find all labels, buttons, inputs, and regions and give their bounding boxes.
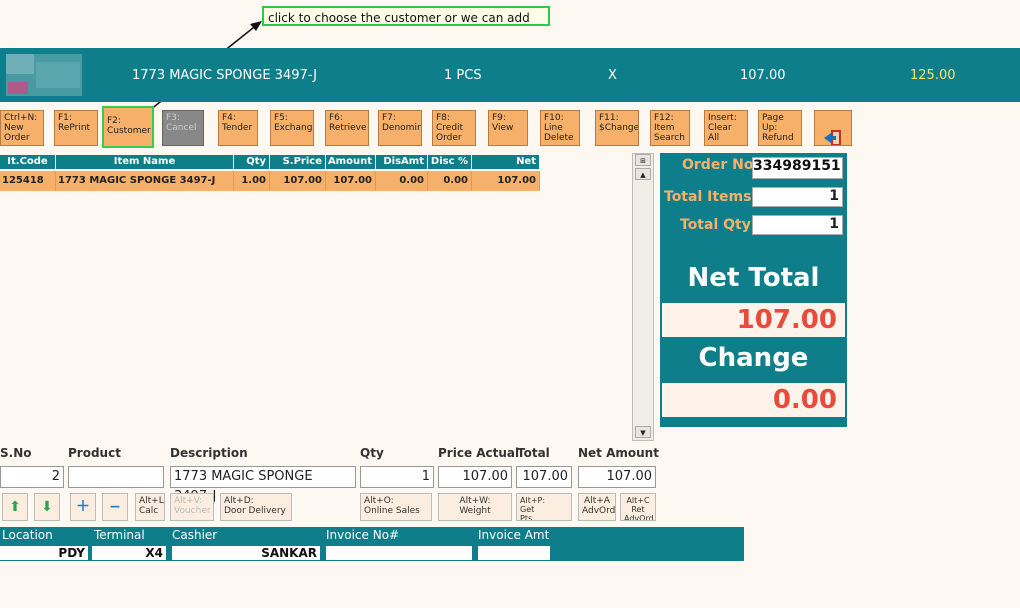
banner-qty: 1 PCS (444, 68, 482, 83)
total-items-value: 1 (752, 187, 843, 207)
banner-price: 107.00 (740, 68, 786, 83)
credit-order-button[interactable]: F8: Credit Order (432, 110, 476, 146)
line-delete-button[interactable]: F10: Line Delete (540, 110, 580, 146)
status-footer: Location PDY Terminal X4 Cashier SANKAR … (0, 527, 744, 561)
ret-adv-order-button[interactable]: Alt+C Ret AdvOrd (620, 493, 656, 521)
change-button[interactable]: F11: $Change (595, 110, 639, 146)
retrieve-button[interactable]: F6: Retrieve (325, 110, 369, 146)
add-button[interactable]: ＋ (70, 493, 96, 521)
col-itemname: Item Name (56, 155, 234, 169)
scroll-up-icon[interactable]: ▲ (635, 168, 651, 180)
qty-header: Qty (360, 446, 384, 460)
voucher-button[interactable]: Alt+V: Voucher (170, 493, 214, 521)
qty-field[interactable]: 1 (360, 466, 434, 488)
scroll-down-icon[interactable]: ▼ (635, 426, 651, 438)
location-value: PDY (0, 546, 88, 560)
invoice-no-value (326, 546, 472, 560)
col-sprice: S.Price (270, 155, 326, 169)
customer-button[interactable]: F2: Customer (102, 106, 154, 148)
order-no-label: Order No (682, 157, 754, 173)
col-itcode: It.Code (0, 155, 56, 169)
move-up-button[interactable]: ⬆ (2, 493, 28, 521)
sno-header: S.No (0, 446, 32, 460)
total-header: Total (517, 446, 550, 460)
table-row[interactable]: 125418 1773 MAGIC SPONGE 3497-J 1.00 107… (0, 171, 540, 191)
remove-button[interactable]: − (102, 493, 128, 521)
cashier-label: Cashier (172, 528, 218, 542)
total-items-label: Total Items (664, 189, 752, 205)
invoice-no-label: Invoice No# (326, 528, 400, 542)
cell-itcode: 125418 (0, 171, 56, 191)
calc-button[interactable]: Alt+L: Calc (135, 493, 165, 521)
arrow-down-icon: ⬇ (41, 499, 53, 515)
col-disamt: DisAmt (376, 155, 428, 169)
total-qty-label: Total Qty (680, 217, 751, 233)
plus-icon: ＋ (76, 499, 90, 515)
net-total-value: 107.00 (662, 303, 845, 337)
grid-header: It.Code Item Name Qty S.Price Amount Dis… (0, 155, 540, 181)
adv-order-button[interactable]: Alt+A AdvOrd (578, 493, 616, 521)
col-discpct: Disc % (428, 155, 472, 169)
cell-sprice: 107.00 (270, 171, 326, 191)
new-order-button[interactable]: Ctrl+N: New Order (0, 110, 44, 146)
sno-field[interactable]: 2 (0, 466, 64, 488)
net-total-label: Net Total (687, 263, 820, 293)
cell-discpct: 0.00 (428, 171, 472, 191)
cell-itemname: 1773 MAGIC SPONGE 3497-J (56, 171, 234, 191)
product-input[interactable] (68, 466, 164, 488)
tender-button[interactable]: F4: Tender (218, 110, 258, 146)
denomination-button[interactable]: F7: Denomination (378, 110, 422, 146)
price-actual-header: Price Actual (438, 446, 520, 460)
reprint-button[interactable]: F1: RePrint (54, 110, 98, 146)
net-amount-header: Net Amount (578, 446, 659, 460)
order-no-value: 334989151 (752, 157, 843, 179)
col-netamount: Net Amount (472, 155, 540, 181)
totals-panel: Order No 334989151 Total Items 1 Total Q… (660, 153, 847, 427)
view-button[interactable]: F9: View (488, 110, 528, 146)
cell-qty: 1.00 (234, 171, 270, 191)
banner-x: X (608, 68, 617, 83)
total-qty-value: 1 (752, 215, 843, 235)
cell-amount: 107.00 (326, 171, 376, 191)
col-qty: Qty (234, 155, 270, 169)
minus-icon: − (109, 499, 121, 515)
refund-button[interactable]: Page Up: Refund (758, 110, 802, 146)
move-down-button[interactable]: ⬇ (34, 493, 60, 521)
exchange-button[interactable]: F5: Exchange (270, 110, 314, 146)
invoice-amt-label: Invoice Amt (478, 528, 550, 542)
change-value: 0.00 (662, 383, 845, 417)
arrow-up-icon: ⬆ (9, 499, 21, 515)
description-field[interactable]: 1773 MAGIC SPONGE 3497-J (170, 466, 356, 504)
price-actual-field[interactable]: 107.00 (438, 466, 512, 488)
tutorial-callout: click to choose the customer or we can a… (262, 6, 550, 26)
invoice-amt-value (478, 546, 550, 560)
store-logo (6, 54, 82, 96)
change-label: Change (698, 343, 809, 373)
location-label: Location (2, 528, 53, 542)
cell-disamt: 0.00 (376, 171, 428, 191)
banner-item-name: 1773 MAGIC SPONGE 3497-J (132, 68, 318, 83)
cashier-value: SANKAR (172, 546, 320, 560)
item-info-banner: 1773 MAGIC SPONGE 3497-J 1 PCS X 107.00 … (0, 48, 1020, 102)
net-amount-field[interactable]: 107.00 (578, 466, 656, 488)
exit-icon (824, 130, 841, 145)
door-delivery-button[interactable]: Alt+D: Door Delivery (220, 493, 292, 521)
product-header: Product (68, 446, 121, 460)
column-chooser-icon[interactable]: ⊞ (635, 154, 651, 166)
terminal-label: Terminal (94, 528, 145, 542)
weight-button[interactable]: Alt+W: Weight (438, 493, 512, 521)
banner-mrp: 125.00 (910, 68, 956, 83)
grid-scrollbar[interactable]: ⊞ ▲ ▼ (632, 153, 654, 441)
description-header: Description (170, 446, 248, 460)
col-amount: Amount (326, 155, 376, 169)
cancel-button[interactable]: F3: Cancel (162, 110, 204, 146)
clear-all-button[interactable]: Insert: Clear All (704, 110, 748, 146)
item-search-button[interactable]: F12: Item Search (650, 110, 690, 146)
terminal-value: X4 (92, 546, 166, 560)
online-sales-button[interactable]: Alt+O: Online Sales (360, 493, 432, 521)
exit-button[interactable] (814, 110, 852, 146)
total-field[interactable]: 107.00 (516, 466, 572, 488)
cell-netamount: 107.00 (472, 171, 540, 191)
get-points-button[interactable]: Alt+P: Get Pts (516, 493, 572, 521)
